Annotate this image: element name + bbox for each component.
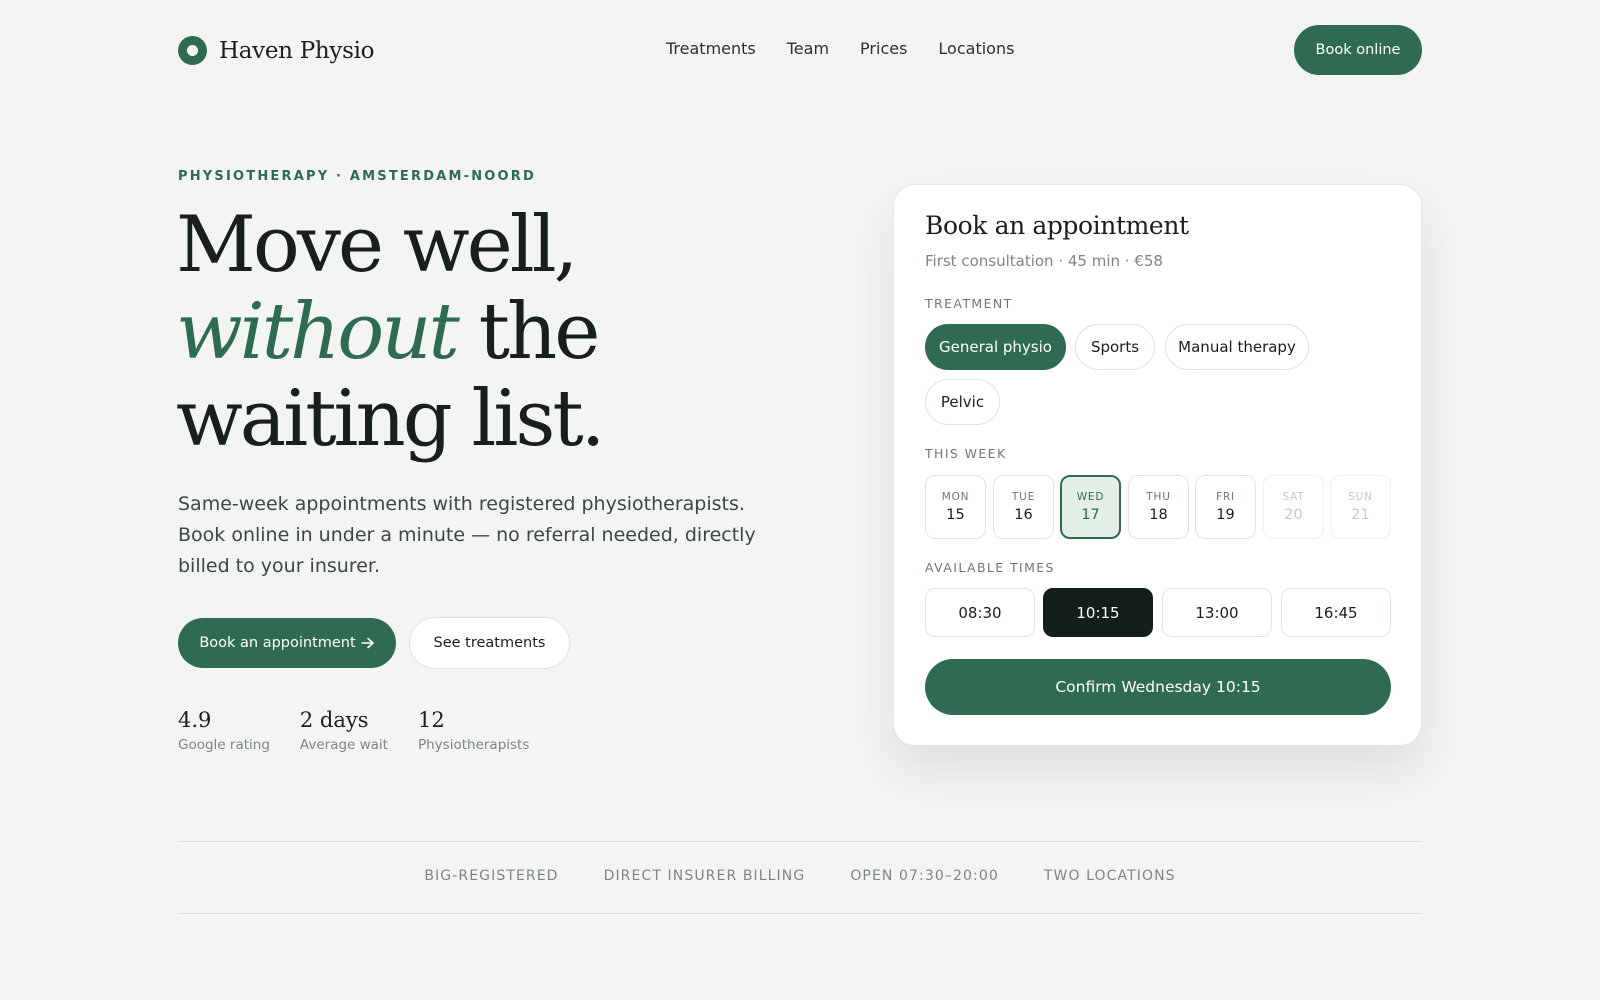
time-slot-1645[interactable]: 16:45	[1281, 588, 1391, 637]
stat-label: Physiotherapists	[417, 737, 530, 753]
day-name: THU	[1146, 491, 1171, 503]
nav-item-team[interactable]: Team	[787, 39, 829, 58]
confirm-booking-button[interactable]: Confirm Wednesday 10:15	[925, 659, 1391, 715]
day-date: 20	[1284, 507, 1303, 523]
day-name: FRI	[1216, 491, 1235, 503]
hero-eyebrow: PHYSIOTHERAPY · AMSTERDAM-NOORD	[178, 169, 536, 184]
brand-logo[interactable]: Haven Physio	[178, 36, 375, 65]
day-date: 19	[1216, 507, 1235, 523]
divider-bottom	[178, 913, 1422, 914]
arrow-right-icon	[360, 637, 374, 649]
headline-line-2-rest: the	[478, 287, 601, 377]
day-wed[interactable]: WED 17	[1060, 475, 1121, 539]
book-appointment-label: Book an appointment	[199, 635, 356, 651]
booking-card: Book an appointment First consultation ·…	[893, 184, 1422, 746]
time-slot-1300[interactable]: 13:00	[1162, 588, 1272, 637]
nav-item-treatments[interactable]: Treatments	[666, 39, 756, 58]
day-name: SAT	[1282, 491, 1305, 503]
day-date: 21	[1351, 507, 1370, 523]
day-date: 18	[1149, 507, 1168, 523]
treatment-sports[interactable]: Sports	[1075, 324, 1155, 370]
stat-value: 4.9	[178, 708, 212, 732]
treatment-pelvic[interactable]: Pelvic	[925, 379, 1000, 425]
day-date: 16	[1014, 507, 1033, 523]
trust-item-locations: TWO LOCATIONS	[1043, 868, 1176, 884]
headline-line-1: Move well,	[176, 200, 578, 290]
day-date: 17	[1081, 507, 1100, 523]
week-label: THIS WEEK	[925, 446, 1007, 461]
headline-line-3: waiting list.	[176, 374, 606, 464]
time-slot-0830[interactable]: 08:30	[925, 588, 1035, 637]
day-sat: SAT 20	[1263, 475, 1324, 539]
nav-item-locations[interactable]: Locations	[938, 39, 1014, 58]
book-online-button[interactable]: Book online	[1294, 25, 1422, 75]
trust-strip: BIG-REGISTERED DIRECT INSURER BILLING OP…	[178, 868, 1422, 884]
day-fri[interactable]: FRI 19	[1195, 475, 1256, 539]
brand-name: Haven Physio	[219, 37, 375, 64]
hero-description: Same-week appointments with registered p…	[178, 493, 756, 577]
stat-physiotherapists: 12 Physiotherapists	[418, 708, 529, 753]
day-name: MON	[941, 491, 970, 503]
main-nav: Treatments Team Prices Locations	[666, 39, 1014, 58]
day-sun: SUN 21	[1330, 475, 1391, 539]
hero-stats: 4.9 Google rating 2 days Average wait 12…	[178, 708, 559, 753]
stat-rating: 4.9 Google rating	[178, 708, 270, 753]
trust-item-big-registered: BIG-REGISTERED	[424, 868, 559, 884]
day-mon[interactable]: MON 15	[925, 475, 986, 539]
stat-value: 12	[417, 708, 445, 732]
stat-wait: 2 days Average wait	[300, 708, 388, 753]
treatment-label: TREATMENT	[925, 296, 1013, 311]
stat-label: Average wait	[299, 737, 388, 753]
day-name: WED	[1076, 491, 1105, 503]
hero-headline: Move well, without the waiting list.	[176, 200, 606, 464]
stat-label: Google rating	[178, 737, 270, 753]
time-slot-1015[interactable]: 10:15	[1043, 588, 1153, 637]
day-name: SUN	[1348, 491, 1373, 503]
divider-top	[178, 841, 1422, 842]
day-name: TUE	[1011, 491, 1036, 503]
day-tue[interactable]: TUE 16	[993, 475, 1054, 539]
day-date: 15	[946, 507, 965, 523]
booking-subtitle: First consultation · 45 min · €58	[925, 252, 1163, 270]
day-thu[interactable]: THU 18	[1128, 475, 1189, 539]
trust-item-insurer-billing: DIRECT INSURER BILLING	[603, 868, 806, 884]
booking-title: Book an appointment	[925, 211, 1189, 240]
headline-emphasis: without	[176, 287, 460, 377]
book-appointment-button[interactable]: Book an appointment	[178, 618, 396, 668]
stat-value: 2 days	[299, 708, 369, 732]
times-label: AVAILABLE TIMES	[925, 560, 1055, 575]
nav-item-prices[interactable]: Prices	[860, 39, 907, 58]
trust-item-opening-hours: OPEN 07:30–20:00	[850, 868, 999, 884]
treatment-general-physio[interactable]: General physio	[925, 324, 1066, 370]
treatment-manual-therapy[interactable]: Manual therapy	[1165, 324, 1309, 370]
see-treatments-button[interactable]: See treatments	[409, 617, 570, 669]
logo-mark-icon	[178, 36, 207, 65]
